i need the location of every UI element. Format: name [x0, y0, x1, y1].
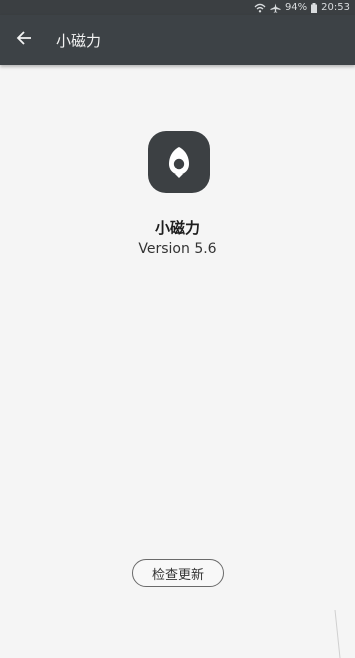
app-version: Version 5.6 — [138, 241, 217, 257]
about-content: 小磁力 Version 5.6 检查更新 — [0, 65, 355, 658]
status-bar: 94% 20:53 — [0, 0, 355, 15]
wifi-icon — [254, 3, 266, 13]
app-name: 小磁力 — [154, 219, 200, 237]
app-bar: 小磁力 — [0, 15, 355, 65]
battery-percent: 94% — [284, 2, 308, 13]
page-title: 小磁力 — [56, 31, 102, 50]
magnet-pin-icon — [148, 131, 210, 193]
airplane-icon — [270, 3, 281, 13]
clock: 20:53 — [321, 2, 350, 13]
back-button[interactable] — [2, 15, 46, 65]
battery-icon — [311, 2, 318, 13]
arrow-left-icon — [16, 30, 32, 50]
check-update-button[interactable]: 检查更新 — [132, 559, 224, 587]
edge-mark — [334, 610, 341, 658]
